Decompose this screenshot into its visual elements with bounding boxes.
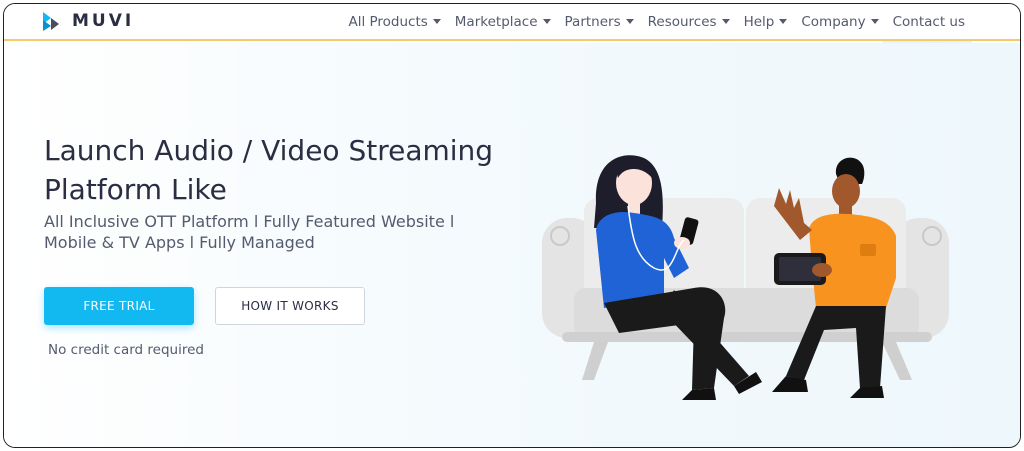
nav-company[interactable]: Company <box>801 14 879 30</box>
chevron-down-icon <box>625 19 634 24</box>
chevron-down-icon <box>432 19 441 24</box>
site-header: MUVI All Products Marketplace Partners R… <box>4 4 1020 41</box>
chevron-down-icon <box>779 19 788 24</box>
man-figure <box>772 157 896 398</box>
nav-contact-us[interactable]: Contact us <box>893 14 965 30</box>
main-nav: All Products Marketplace Partners Resour… <box>334 4 965 39</box>
chevron-down-icon <box>542 19 551 24</box>
how-it-works-button[interactable]: HOW IT WORKS <box>215 287 365 325</box>
hero-section: Launch Audio / Video Streaming Platform … <box>4 43 1020 447</box>
nav-resources[interactable]: Resources <box>648 14 730 30</box>
nav-all-products[interactable]: All Products <box>348 14 441 30</box>
hero-illustration <box>542 155 949 400</box>
nav-help[interactable]: Help <box>744 14 788 30</box>
nav-marketplace[interactable]: Marketplace <box>455 14 551 30</box>
no-credit-card-note: No credit card required <box>48 342 204 358</box>
nav-partners[interactable]: Partners <box>565 14 634 30</box>
chevron-down-icon <box>721 19 730 24</box>
free-trial-button[interactable]: FREE TRIAL <box>44 287 194 325</box>
hero-subline: All Inclusive OTT Platform l Fully Featu… <box>44 212 455 252</box>
muvi-logo-icon <box>43 12 59 31</box>
brand-name: MUVI <box>72 11 135 31</box>
chevron-down-icon <box>870 19 879 24</box>
brand-logo[interactable]: MUVI <box>40 10 134 32</box>
browser-frame: MUVI All Products Marketplace Partners R… <box>3 3 1021 448</box>
hero-headline: Launch Audio / Video Streaming Platform … <box>44 134 494 206</box>
